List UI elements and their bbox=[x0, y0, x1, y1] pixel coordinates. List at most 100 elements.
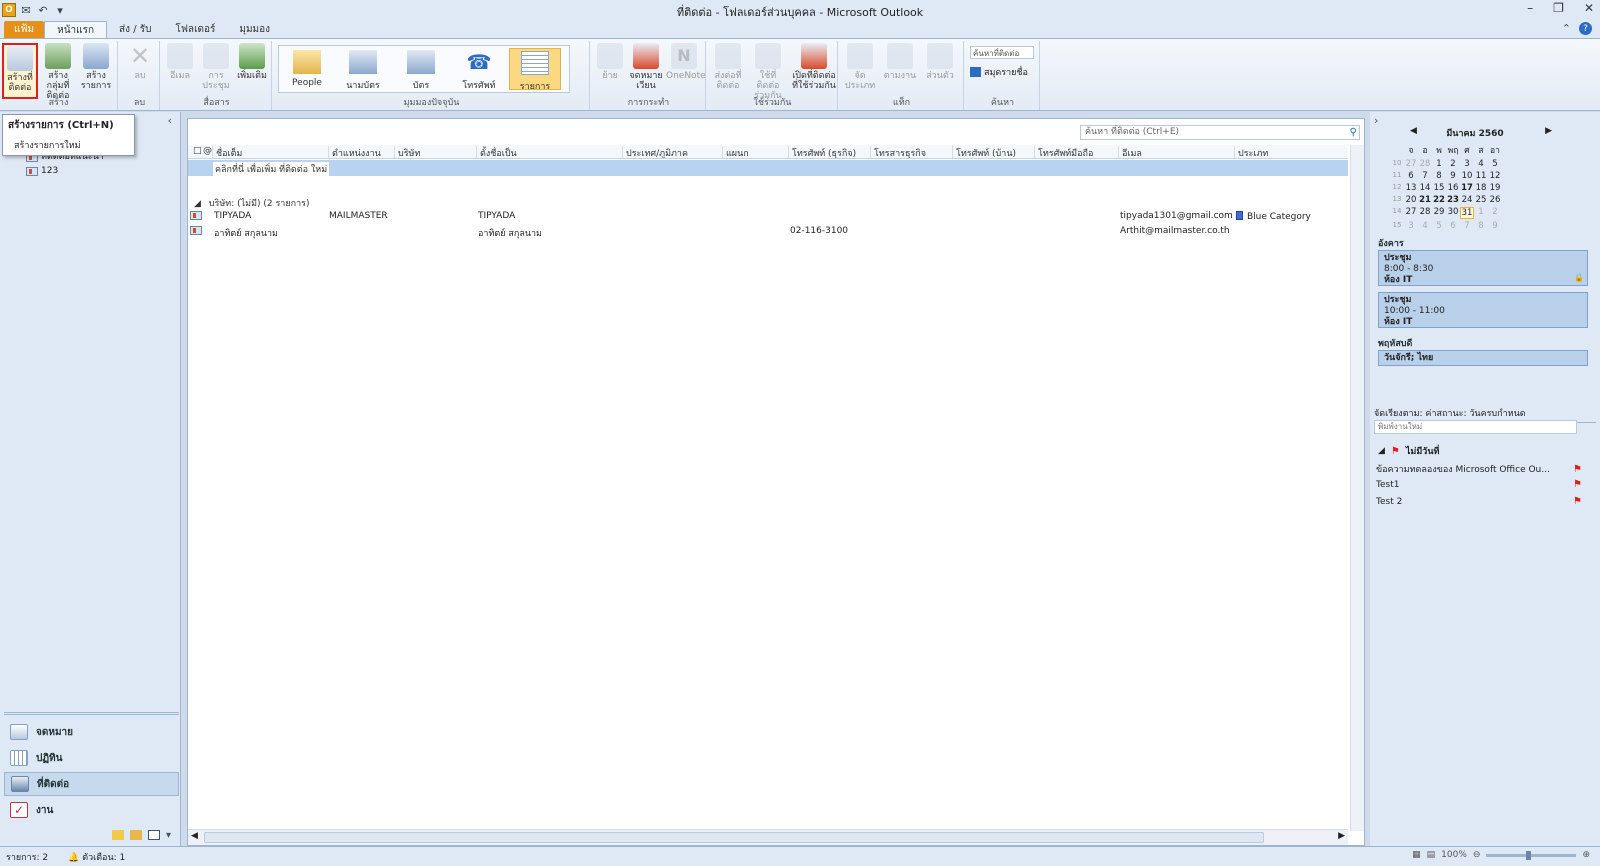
calendar-day[interactable]: 10 bbox=[1460, 171, 1474, 181]
task-item[interactable]: Test 2 ⚑ bbox=[1376, 496, 1582, 507]
calendar-day[interactable]: 29 bbox=[1432, 207, 1446, 219]
task-item[interactable]: Test1 ⚑ bbox=[1376, 479, 1582, 490]
calendar-day[interactable]: 16 bbox=[1446, 183, 1460, 193]
email-button[interactable]: อีเมล bbox=[162, 43, 198, 81]
calendar-day[interactable]: 14 bbox=[1418, 183, 1432, 193]
task-group-header[interactable]: ◢ ⚑ ไม่มีวันที่ bbox=[1378, 444, 1439, 458]
horizontal-scrollbar[interactable]: ◀ ▶ bbox=[188, 829, 1348, 845]
calendar-day[interactable]: 27 bbox=[1404, 207, 1418, 219]
zoom-in-icon[interactable]: ⊕ bbox=[1582, 850, 1590, 860]
private-button[interactable]: ส่วนตัว bbox=[922, 43, 958, 81]
calendar-day[interactable]: 7 bbox=[1460, 221, 1474, 231]
calendar-day[interactable]: 31 bbox=[1460, 207, 1474, 219]
tree-item-123[interactable]: 123 bbox=[26, 164, 104, 178]
forward-contact-button[interactable]: ส่งต่อที่ติดต่อ bbox=[710, 43, 746, 91]
calendar-day[interactable]: 1 bbox=[1474, 207, 1488, 219]
calendar-day[interactable]: 28 bbox=[1418, 159, 1432, 169]
nav-mail[interactable]: จดหมาย bbox=[4, 720, 179, 744]
delete-button[interactable]: ✕ ลบ bbox=[122, 43, 158, 81]
calendar-day[interactable]: 2 bbox=[1488, 207, 1502, 219]
vertical-scrollbar[interactable] bbox=[1350, 145, 1364, 831]
calendar-day[interactable]: 21 bbox=[1418, 195, 1432, 205]
new-contact-button[interactable]: สร้างที่ติดต่อ bbox=[2, 43, 38, 99]
new-task-input[interactable]: พิมพ์งานใหม่ bbox=[1374, 420, 1577, 434]
add-new-contact-row[interactable]: คลิกที่นี่ เพื่อเพิ่ม ที่ติดต่อ ใหม่ bbox=[188, 160, 1348, 176]
col-home-phone[interactable]: โทรศัพท์ (บ้าน) bbox=[952, 146, 1034, 158]
undo-icon[interactable]: ↶ bbox=[36, 3, 50, 17]
calendar-day[interactable]: 7 bbox=[1418, 171, 1432, 181]
col-job-title[interactable]: ตำแหน่งงาน bbox=[328, 146, 394, 158]
tab-send-receive[interactable]: ส่ง / รับ bbox=[107, 21, 163, 39]
close-icon[interactable]: ✕ bbox=[1584, 1, 1594, 15]
calendar-day[interactable]: 1 bbox=[1432, 159, 1446, 169]
appointment[interactable]: ประชุม 8:00 - 8:30 ห้อง IT 🔒 bbox=[1378, 250, 1588, 286]
calendar-day[interactable]: 3 bbox=[1404, 221, 1418, 231]
prev-month-icon[interactable]: ◀ bbox=[1410, 126, 1417, 136]
col-business-fax[interactable]: โทรสารธุรกิจ bbox=[870, 146, 952, 158]
configure-buttons-icon[interactable]: ▾ bbox=[166, 830, 171, 841]
help-icon[interactable]: ? bbox=[1579, 22, 1592, 35]
week-number[interactable]: 13 bbox=[1390, 195, 1404, 205]
tab-folder[interactable]: โฟลเดอร์ bbox=[163, 21, 227, 39]
move-button[interactable]: ย้าย bbox=[592, 43, 628, 81]
zoom-out-icon[interactable]: ⊖ bbox=[1473, 850, 1481, 860]
share-contacts-button[interactable]: ใช้ที่ติดต่อร่วมกัน bbox=[750, 43, 786, 101]
scroll-thumb[interactable] bbox=[204, 832, 1264, 843]
collapse-nav-icon[interactable]: ‹ bbox=[168, 114, 172, 127]
collapse-group-icon[interactable]: ◢ bbox=[1378, 446, 1385, 456]
mail-merge-button[interactable]: จดหมายเวียน bbox=[628, 43, 664, 91]
task-item[interactable]: ข้อความทดลองของ Microsoft Office Ou... ⚑ bbox=[1376, 462, 1582, 476]
calendar-day[interactable]: 19 bbox=[1488, 183, 1502, 193]
appointment[interactable]: ประชุม 10:00 - 11:00 ห้อง IT bbox=[1378, 292, 1588, 328]
tab-view[interactable]: มุมมอง bbox=[227, 21, 282, 39]
col-company[interactable]: บริษัท bbox=[394, 146, 476, 158]
calendar-day[interactable]: 13 bbox=[1404, 183, 1418, 193]
calendar-day[interactable]: 9 bbox=[1446, 171, 1460, 181]
folder-list-icon[interactable] bbox=[130, 830, 142, 840]
week-number[interactable]: 11 bbox=[1390, 171, 1404, 181]
search-people-field[interactable]: ค้นหาที่ติดต่อ bbox=[970, 46, 1034, 59]
table-row[interactable]: TIPYADA MAILMASTER TIPYADA tipyada1301@g… bbox=[188, 209, 1348, 224]
flag-icon[interactable]: ⚑ bbox=[1573, 464, 1582, 475]
zoom-slider[interactable] bbox=[1486, 850, 1577, 860]
scroll-left-icon[interactable]: ◀ bbox=[191, 831, 198, 841]
view-business-card-button[interactable]: นามบัตร bbox=[337, 48, 389, 92]
week-number[interactable]: 12 bbox=[1390, 183, 1404, 193]
nav-contacts[interactable]: ที่ติดต่อ bbox=[4, 772, 179, 796]
expand-group-icon[interactable]: ◢ bbox=[194, 199, 201, 209]
calendar-day[interactable]: 8 bbox=[1432, 171, 1446, 181]
attachment-column-header[interactable]: @ bbox=[200, 146, 212, 158]
notes-icon[interactable] bbox=[112, 830, 124, 840]
categorize-button[interactable]: จัดประเภท bbox=[842, 43, 878, 91]
week-number[interactable]: 14 bbox=[1390, 207, 1404, 219]
reading-view-icon[interactable]: ▤ bbox=[1427, 850, 1436, 860]
all-day-event[interactable]: วันจักรี; ไทย bbox=[1378, 350, 1588, 366]
view-card-button[interactable]: บัตร bbox=[395, 48, 447, 92]
flag-icon[interactable]: ⚑ bbox=[1573, 496, 1582, 507]
col-full-name[interactable]: ชื่อเต็ม bbox=[212, 146, 328, 158]
meeting-button[interactable]: การประชุม bbox=[198, 43, 234, 91]
calendar-day[interactable]: 11 bbox=[1474, 171, 1488, 181]
search-input[interactable]: ค้นหา ที่ติดต่อ (Ctrl+E) ⚲ bbox=[1080, 125, 1360, 140]
follow-up-button[interactable]: ตามงาน bbox=[882, 43, 918, 81]
open-shared-contacts-button[interactable]: เปิดที่ติดต่อที่ใช้ร่วมกัน bbox=[792, 43, 836, 91]
col-business-phone[interactable]: โทรศัพท์ (ธุรกิจ) bbox=[788, 146, 870, 158]
calendar-day[interactable]: 18 bbox=[1474, 183, 1488, 193]
minimize-ribbon-icon[interactable]: ⌃ bbox=[1562, 22, 1571, 35]
normal-view-icon[interactable]: ▦ bbox=[1412, 850, 1421, 860]
calendar-day[interactable]: 9 bbox=[1488, 221, 1502, 231]
calendar-day[interactable]: 28 bbox=[1418, 207, 1432, 219]
flag-icon[interactable]: ⚑ bbox=[1573, 479, 1582, 490]
nav-calendar[interactable]: ปฏิทิน bbox=[4, 746, 179, 770]
week-number[interactable]: 10 bbox=[1390, 159, 1404, 169]
view-phone-button[interactable]: ☎ โทรศัพท์ bbox=[453, 48, 505, 92]
view-people-button[interactable]: People bbox=[281, 48, 333, 88]
new-contact-group-button[interactable]: สร้างกลุ่มที่ติดต่อ bbox=[40, 43, 76, 101]
calendar-day[interactable]: 30 bbox=[1446, 207, 1460, 219]
calendar-day[interactable]: 23 bbox=[1446, 195, 1460, 205]
calendar-day[interactable]: 24 bbox=[1460, 195, 1474, 205]
calendar-day[interactable]: 5 bbox=[1488, 159, 1502, 169]
view-list-button[interactable]: รายการ bbox=[509, 48, 561, 92]
calendar-day[interactable]: 20 bbox=[1404, 195, 1418, 205]
week-number[interactable]: 15 bbox=[1390, 221, 1404, 231]
